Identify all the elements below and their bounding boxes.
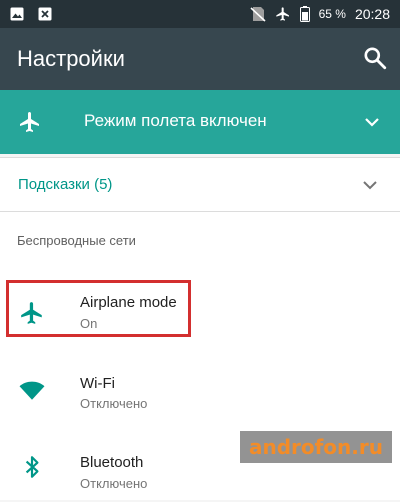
image-icon: [10, 7, 24, 21]
settings-item-wifi[interactable]: Wi-Fi Отключено: [0, 360, 400, 424]
chevron-down-icon[interactable]: [362, 112, 382, 132]
watermark: androfon.ru: [239, 431, 392, 463]
battery-icon: [299, 6, 310, 22]
section-header-wireless: Беспроводные сети: [17, 233, 136, 248]
settings-item-summary: On: [80, 316, 98, 331]
status-bar: 65 % 20:28: [0, 0, 400, 28]
airplane-icon: [275, 7, 289, 21]
airplane-icon: [20, 112, 39, 132]
settings-item-title: Airplane mode: [80, 294, 177, 311]
clock: 20:28: [354, 6, 390, 22]
settings-item-summary: Отключено: [80, 396, 148, 411]
chevron-down-icon[interactable]: [360, 175, 380, 195]
search-icon[interactable]: [362, 45, 388, 71]
airplane-mode-banner[interactable]: Режим полета включен: [0, 90, 400, 154]
airplane-mode-banner-text: Режим полета включен: [84, 111, 267, 130]
settings-item-summary: Отключено: [80, 476, 148, 491]
suggestions-label: Подсказки (5): [18, 176, 113, 193]
airplane-icon: [21, 302, 42, 324]
settings-item-title: Wi-Fi: [80, 375, 115, 392]
settings-item-title: Bluetooth: [80, 454, 144, 471]
settings-item-airplane-mode[interactable]: Airplane mode On: [0, 282, 400, 346]
bluetooth-icon: [25, 456, 39, 478]
wifi-icon: [19, 381, 45, 400]
toolbar: Настройки: [0, 28, 400, 90]
suggestions-row[interactable]: Подсказки (5): [0, 158, 400, 211]
status-icons: 65 % 20:28: [250, 0, 390, 28]
close-box-icon: [38, 7, 52, 21]
page-title: Настройки: [17, 46, 125, 71]
battery-percent: 65 %: [318, 7, 346, 21]
no-sim-icon: [250, 7, 266, 22]
